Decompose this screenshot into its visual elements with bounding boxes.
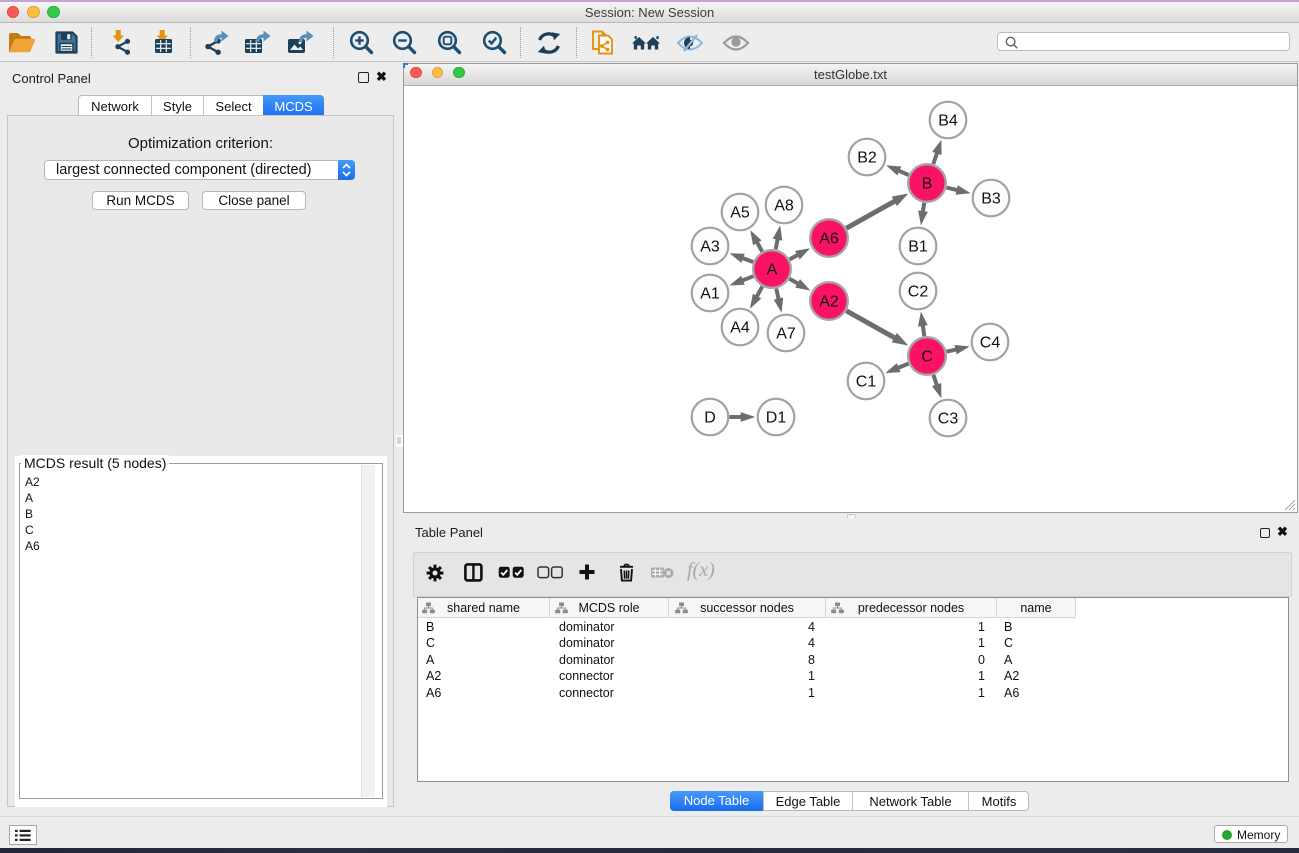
svg-text:C3: C3	[938, 411, 959, 428]
svg-text:A4: A4	[730, 320, 750, 337]
svg-text:D: D	[704, 410, 716, 427]
svg-text:A7: A7	[776, 326, 796, 343]
svg-text:A: A	[767, 262, 778, 279]
svg-text:B1: B1	[908, 239, 928, 256]
svg-text:A5: A5	[730, 205, 750, 222]
svg-text:A3: A3	[700, 239, 720, 256]
svg-text:C: C	[921, 349, 933, 366]
svg-text:A2: A2	[819, 294, 839, 311]
svg-text:B: B	[922, 176, 933, 193]
svg-text:C2: C2	[908, 284, 929, 301]
svg-text:B3: B3	[981, 191, 1001, 208]
svg-text:C4: C4	[980, 335, 1001, 352]
svg-text:D1: D1	[766, 410, 787, 427]
svg-text:A6: A6	[819, 231, 839, 248]
svg-text:B4: B4	[938, 113, 958, 130]
svg-text:A1: A1	[700, 286, 720, 303]
svg-text:C1: C1	[856, 374, 877, 391]
svg-text:B2: B2	[857, 150, 877, 167]
svg-text:A8: A8	[774, 198, 794, 215]
